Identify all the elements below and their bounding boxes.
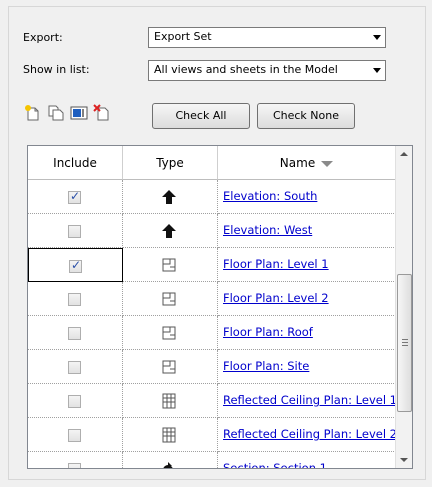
- type-cell: [123, 214, 218, 248]
- include-checkbox[interactable]: [68, 293, 81, 306]
- table-row[interactable]: ✓ Elevation: South: [28, 180, 396, 214]
- type-cell: [123, 418, 218, 452]
- table-row[interactable]: Elevation: West: [28, 214, 396, 248]
- table-row[interactable]: Reflected Ceiling Plan: Level 1: [28, 384, 397, 418]
- vertical-scrollbar[interactable]: [395, 146, 412, 468]
- elevation-icon: [162, 224, 176, 238]
- include-cell[interactable]: [28, 214, 123, 248]
- table-row[interactable]: ✓ Floor Plan: Level 1: [28, 248, 396, 282]
- show-in-list-dropdown[interactable]: All views and sheets in the Model: [148, 60, 386, 81]
- grip-line: [402, 339, 408, 340]
- show-in-list-label: Show in list:: [23, 63, 90, 76]
- export-dropdown[interactable]: Export Set: [148, 27, 386, 48]
- type-cell: [123, 248, 218, 282]
- table-row[interactable]: Floor Plan: Roof: [28, 316, 396, 350]
- table-row[interactable]: Floor Plan: Level 2: [28, 282, 396, 316]
- ceiling-plan-icon: [162, 427, 176, 443]
- export-label: Export:: [23, 31, 63, 44]
- include-checkbox[interactable]: [68, 463, 81, 468]
- include-checkbox[interactable]: [68, 361, 81, 374]
- type-cell: [123, 384, 218, 418]
- elevation-icon: [162, 190, 176, 204]
- grip-line: [402, 345, 408, 346]
- view-name-link[interactable]: Floor Plan: Level 1: [223, 257, 329, 271]
- view-name-link[interactable]: Elevation: South: [223, 189, 317, 203]
- column-header-include[interactable]: Include: [28, 146, 123, 180]
- check-all-button[interactable]: Check All: [152, 103, 250, 129]
- grip-line: [402, 342, 408, 343]
- table-row[interactable]: Floor Plan: Site: [28, 350, 396, 384]
- name-cell: Reflected Ceiling Plan: Level 2: [218, 418, 397, 452]
- new-set-icon[interactable]: [24, 104, 42, 122]
- scrollbar-thumb[interactable]: [397, 274, 412, 412]
- floor-plan-icon: [162, 326, 176, 340]
- include-cell[interactable]: [28, 282, 123, 316]
- column-header-type[interactable]: Type: [123, 146, 218, 180]
- include-cell[interactable]: [28, 452, 123, 468]
- export-dialog-panel: Export: Export Set Show in list: All vie…: [8, 6, 426, 480]
- duplicate-set-icon[interactable]: [47, 104, 65, 122]
- check-none-button[interactable]: Check None: [257, 103, 355, 129]
- export-dropdown-value: Export Set: [154, 30, 212, 43]
- name-cell: Floor Plan: Level 1: [218, 248, 396, 282]
- show-in-list-dropdown-value: All views and sheets in the Model: [154, 63, 338, 76]
- name-cell: Elevation: West: [218, 214, 396, 248]
- name-cell: Floor Plan: Roof: [218, 316, 396, 350]
- name-cell: Reflected Ceiling Plan: Level 1: [218, 384, 397, 418]
- type-cell: [123, 316, 218, 350]
- name-cell: Elevation: South: [218, 180, 396, 214]
- include-cell[interactable]: [28, 418, 123, 452]
- include-checkbox[interactable]: ✓: [68, 189, 81, 204]
- include-checkbox[interactable]: ✓: [69, 258, 82, 273]
- section-icon: [163, 462, 173, 468]
- chevron-down-icon: [373, 35, 381, 40]
- include-cell[interactable]: ✓: [28, 248, 123, 282]
- include-cell[interactable]: [28, 316, 123, 350]
- include-checkbox[interactable]: [68, 225, 81, 238]
- type-cell: [123, 452, 218, 468]
- view-name-link[interactable]: Floor Plan: Level 2: [223, 291, 329, 305]
- table-row[interactable]: Reflected Ceiling Plan: Level 2: [28, 418, 397, 452]
- view-name-link[interactable]: Section: Section 1: [223, 461, 327, 468]
- include-cell[interactable]: [28, 384, 123, 418]
- views-table: Include Type Name ✓ Elevation: South Eleva…: [27, 145, 413, 469]
- type-cell: [123, 180, 218, 214]
- include-cell[interactable]: ✓: [28, 180, 123, 214]
- type-cell: [123, 350, 218, 384]
- checkmark-icon: ✓: [71, 258, 82, 272]
- view-name-link[interactable]: Floor Plan: Roof: [223, 325, 313, 339]
- floor-plan-icon: [162, 292, 176, 306]
- view-name-link[interactable]: Reflected Ceiling Plan: Level 2: [223, 427, 397, 441]
- scroll-up-icon[interactable]: [400, 152, 408, 156]
- name-cell: Floor Plan: Site: [218, 350, 396, 384]
- delete-set-icon[interactable]: [93, 104, 111, 122]
- view-name-link[interactable]: Reflected Ceiling Plan: Level 1: [223, 393, 397, 407]
- include-cell[interactable]: [28, 350, 123, 384]
- rename-set-icon[interactable]: [70, 104, 88, 122]
- view-name-link[interactable]: Floor Plan: Site: [223, 359, 309, 373]
- sort-descending-icon: [321, 160, 334, 167]
- view-name-link[interactable]: Elevation: West: [223, 223, 312, 237]
- column-header-name[interactable]: Name: [218, 146, 396, 180]
- include-checkbox[interactable]: [68, 327, 81, 340]
- include-checkbox[interactable]: [68, 429, 81, 442]
- floor-plan-icon: [162, 360, 176, 374]
- table-row[interactable]: Section: Section 1: [28, 452, 396, 468]
- name-cell: Floor Plan: Level 2: [218, 282, 396, 316]
- ceiling-plan-icon: [162, 393, 176, 409]
- name-cell: Section: Section 1: [218, 452, 396, 468]
- checkmark-icon: ✓: [70, 189, 81, 203]
- include-checkbox[interactable]: [68, 395, 81, 408]
- scroll-down-icon[interactable]: [400, 458, 408, 462]
- type-cell: [123, 282, 218, 316]
- table-header: Include Type Name: [28, 146, 396, 180]
- floor-plan-icon: [162, 258, 176, 272]
- chevron-down-icon: [373, 68, 381, 73]
